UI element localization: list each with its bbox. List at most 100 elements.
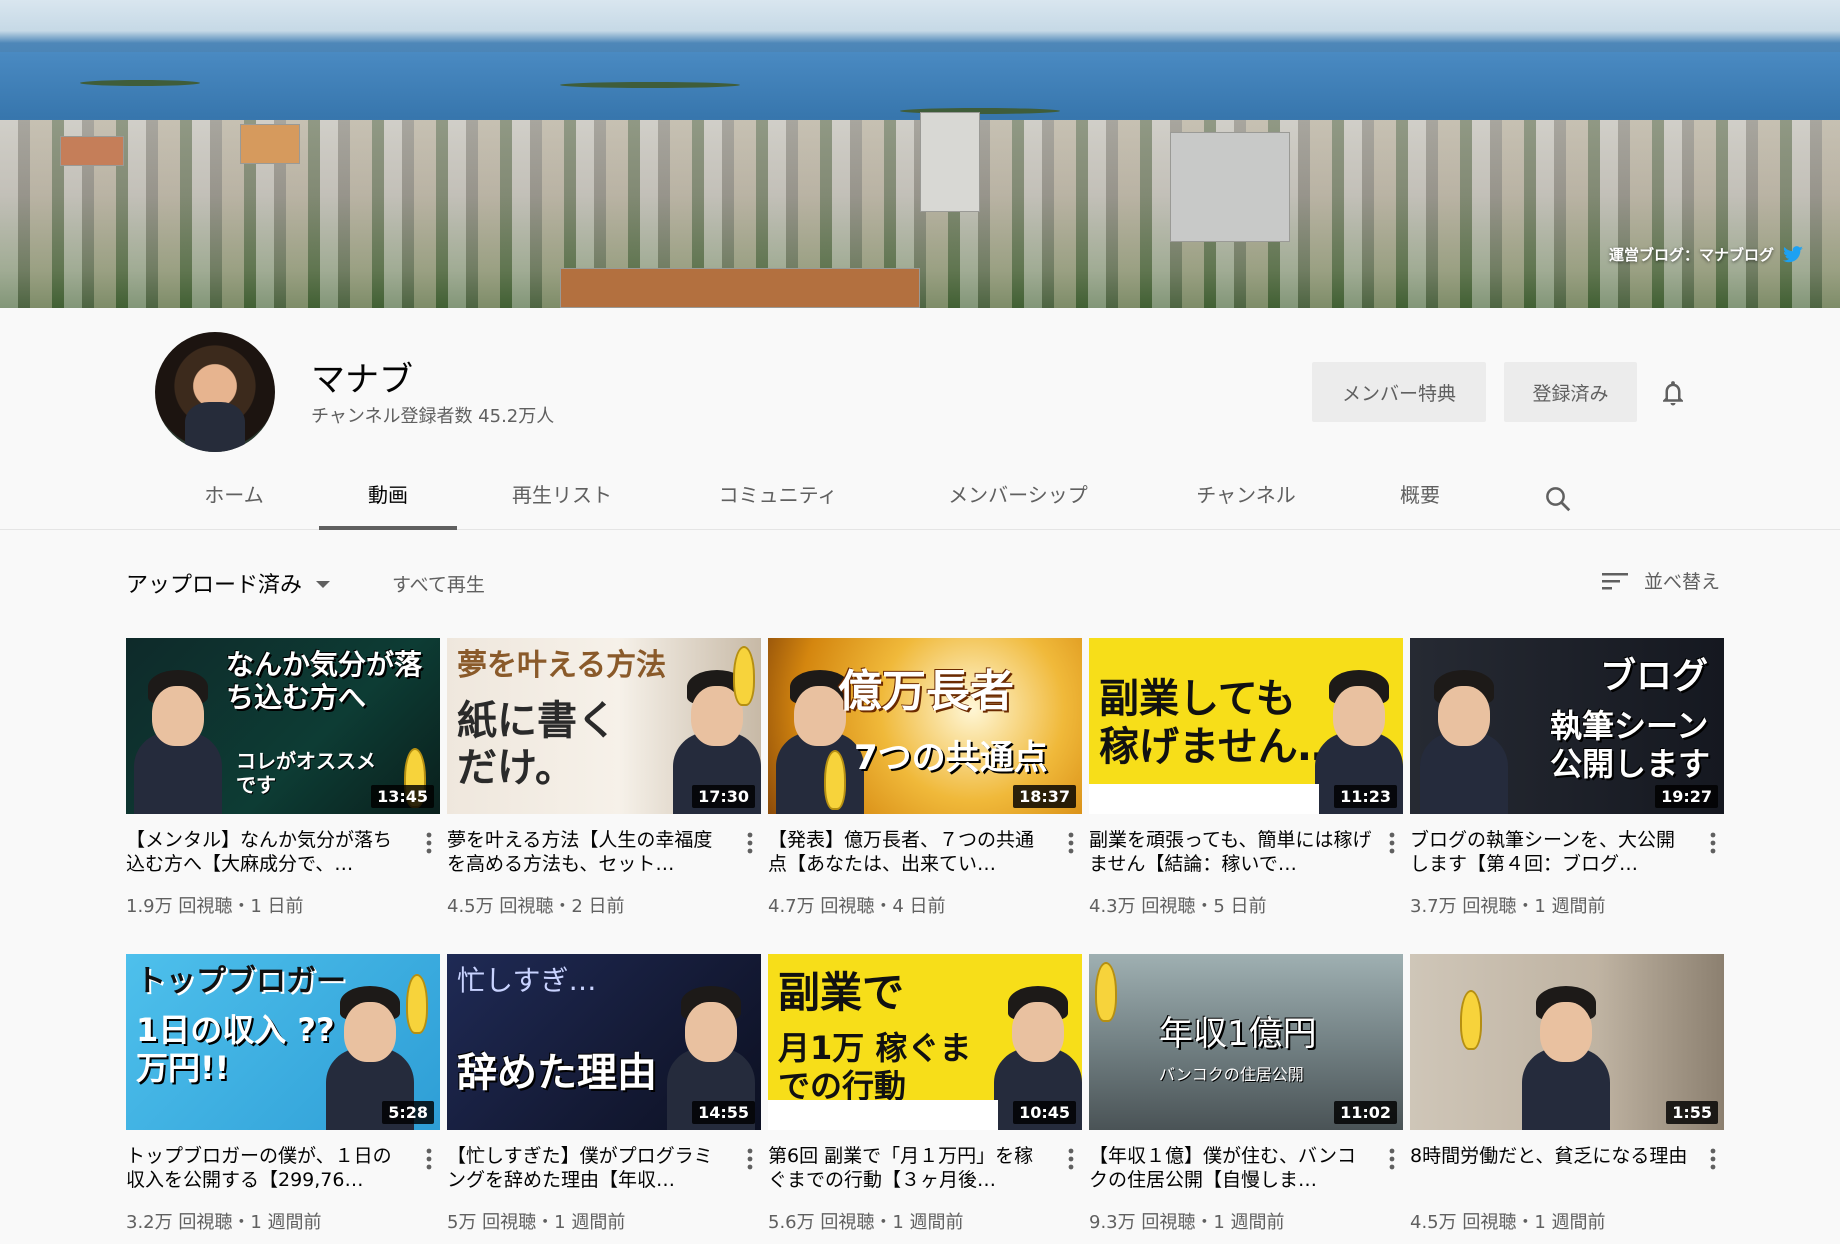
tab-videos[interactable]: 動画 (319, 468, 457, 530)
banner-building (560, 268, 920, 308)
video-title[interactable]: トップブロガーの僕が、１日の収入を公開する【299,76… (126, 1144, 410, 1192)
video-duration: 19:27 (1655, 785, 1718, 808)
thumbnail-caption-2: 月1万 稼ぐまでの行動 (778, 1029, 972, 1105)
video-thumbnail[interactable]: なんか気分が落ち込む方へ コレがオススメです 13:45 (126, 638, 440, 814)
member-perks-button[interactable]: メンバー特典 (1312, 362, 1486, 422)
video-thumbnail[interactable]: ブログ 執筆シーン公開します 19:27 (1410, 638, 1724, 814)
channel-header: マナブ チャンネル登録者数 45.2万人 メンバー特典 登録済み ホーム 動画 … (0, 308, 1840, 530)
banana-mascot (406, 974, 428, 1034)
channel-tabs: ホーム 動画 再生リスト コミュニティ メンバーシップ チャンネル 概要 (0, 468, 1840, 530)
search-icon[interactable] (1543, 484, 1573, 514)
more-vert-icon[interactable] (1384, 830, 1400, 856)
video-meta: 4.7万 回視聴・4 日前 (768, 896, 946, 917)
channel-name: マナブ (311, 360, 413, 400)
video-title[interactable]: 夢を叶える方法【人生の幸福度を高める方法も、セット… (447, 828, 731, 876)
thumbnail-person (1522, 986, 1610, 1130)
video-title[interactable]: 副業を頑張っても、簡単には稼げません【結論：稼いで… (1089, 828, 1373, 876)
banana-mascot (733, 646, 755, 706)
video-duration: 13:45 (371, 785, 434, 808)
video-thumbnail[interactable]: 億万長者 7つの共通点 18:37 (768, 638, 1082, 814)
more-vert-icon[interactable] (1705, 830, 1721, 856)
sort-button[interactable]: 並べ替え (1602, 567, 1720, 594)
more-vert-icon[interactable] (1063, 830, 1079, 856)
banana-mascot (1095, 962, 1117, 1022)
video-duration: 18:37 (1013, 785, 1076, 808)
thumbnail-caption-2: 辞めた理由 (457, 1050, 657, 1096)
subscribed-button[interactable]: 登録済み (1504, 362, 1637, 422)
thumbnail-caption-2: 1日の収入 ??万円!! (136, 1011, 335, 1087)
video-thumbnail[interactable]: 副業しても 稼げません… 11:23 (1089, 638, 1403, 814)
more-vert-icon[interactable] (421, 1146, 437, 1172)
thumbnail-person (1420, 670, 1508, 814)
roadmap-strip (1089, 784, 1319, 814)
thumbnail-caption: 忙しすぎ… (457, 964, 597, 997)
more-vert-icon[interactable] (421, 830, 437, 856)
roadmap-strip (768, 1100, 998, 1130)
banner-island (560, 82, 740, 88)
video-meta: 5万 回視聴・1 週間前 (447, 1212, 626, 1233)
more-vert-icon[interactable] (1705, 1146, 1721, 1172)
banner-building (60, 136, 124, 166)
video-duration: 10:45 (1013, 1101, 1076, 1124)
video-thumbnail[interactable]: トップブロガー 1日の収入 ??万円!! 5:28 (126, 954, 440, 1130)
video-title[interactable]: 【年収１億】僕が住む、バンコクの住居公開【自慢しま… (1089, 1144, 1373, 1192)
banner-building (1170, 132, 1290, 242)
video-meta: 4.3万 回視聴・5 日前 (1089, 896, 1267, 917)
tab-about[interactable]: 概要 (1380, 468, 1460, 530)
video-title[interactable]: 【発表】億万長者、７つの共通点【あなたは、出来てい… (768, 828, 1052, 876)
tab-membership[interactable]: メンバーシップ (934, 468, 1102, 530)
banana-mascot (1460, 990, 1482, 1050)
tab-playlists[interactable]: 再生リスト (498, 468, 626, 530)
uploads-label: アップロード済み (126, 573, 303, 598)
banner-island (80, 80, 200, 86)
video-controls: アップロード済み すべて再生 並べ替え (0, 555, 1840, 605)
video-title[interactable]: 【メンタル】なんか気分が落ち込む方へ【大麻成分で、… (126, 828, 410, 876)
thumbnail-caption-2: コレがオススメです (236, 749, 376, 797)
play-all-link[interactable]: すべて再生 (392, 570, 485, 597)
video-meta: 3.7万 回視聴・1 週間前 (1410, 896, 1606, 917)
tab-home[interactable]: ホーム (186, 468, 282, 530)
thumbnail-caption: 年収1億円 (1159, 1014, 1317, 1054)
more-vert-icon[interactable] (742, 830, 758, 856)
thumbnail-caption-2: 稼げません… (1099, 724, 1338, 770)
video-title[interactable]: 【忙しすぎた】僕がプログラミングを辞めた理由【年収… (447, 1144, 731, 1192)
video-meta: 1.9万 回視聴・1 日前 (126, 896, 304, 917)
tab-community[interactable]: コミュニティ (705, 468, 851, 530)
thumbnail-caption: 夢を叶える方法 (457, 648, 667, 683)
thumbnail-caption: ブログ (1600, 656, 1709, 697)
thumbnail-caption: 億万長者 (838, 666, 1014, 717)
video-duration: 14:55 (692, 1101, 755, 1124)
video-title[interactable]: 第6回 副業で「月１万円」を稼ぐまでの行動【３ヶ月後… (768, 1144, 1052, 1192)
thumbnail-caption: なんか気分が落ち込む方へ (226, 648, 423, 715)
caret-down-icon (316, 580, 331, 588)
more-vert-icon[interactable] (742, 1146, 758, 1172)
sort-icon (1602, 572, 1628, 589)
thumbnail-caption: 副業しても (1099, 676, 1296, 722)
video-thumbnail[interactable]: 副業で 月1万 稼ぐまでの行動 10:45 (768, 954, 1082, 1130)
twitter-icon (1782, 245, 1804, 264)
banner-blog-link-label: 運営ブログ：マナブログ (1608, 246, 1774, 264)
video-thumbnail[interactable]: 忙しすぎ… 辞めた理由 14:55 (447, 954, 761, 1130)
more-vert-icon[interactable] (1063, 1146, 1079, 1172)
channel-avatar[interactable] (155, 332, 275, 452)
uploads-dropdown[interactable]: アップロード済み (126, 567, 331, 599)
tab-channels[interactable]: チャンネル (1178, 468, 1314, 530)
banner-building (240, 124, 300, 164)
video-thumbnail[interactable]: 年収1億円 バンコクの住居公開 11:02 (1089, 954, 1403, 1130)
bell-icon[interactable] (1658, 378, 1688, 408)
video-thumbnail[interactable]: 夢を叶える方法 紙に書くだけ。 17:30 (447, 638, 761, 814)
video-duration: 11:23 (1334, 785, 1397, 808)
thumbnail-caption-2: 紙に書くだけ。 (457, 698, 617, 792)
video-thumbnail[interactable]: 1:55 (1410, 954, 1724, 1130)
video-meta: 4.5万 回視聴・1 週間前 (1410, 1212, 1606, 1233)
channel-banner: 運営ブログ：マナブログ (0, 0, 1840, 308)
banner-blog-link[interactable]: 運営ブログ：マナブログ (1609, 244, 1804, 265)
more-vert-icon[interactable] (1384, 1146, 1400, 1172)
video-meta: 4.5万 回視聴・2 日前 (447, 896, 625, 917)
sort-label: 並べ替え (1644, 571, 1721, 593)
video-title[interactable]: 8時間労働だと、貧乏になる理由 (1410, 1144, 1694, 1192)
video-duration: 11:02 (1334, 1101, 1397, 1124)
video-duration: 1:55 (1666, 1101, 1718, 1124)
video-duration: 17:30 (692, 785, 755, 808)
video-title[interactable]: ブログの執筆シーンを、大公開します【第４回：ブログ… (1410, 828, 1694, 876)
